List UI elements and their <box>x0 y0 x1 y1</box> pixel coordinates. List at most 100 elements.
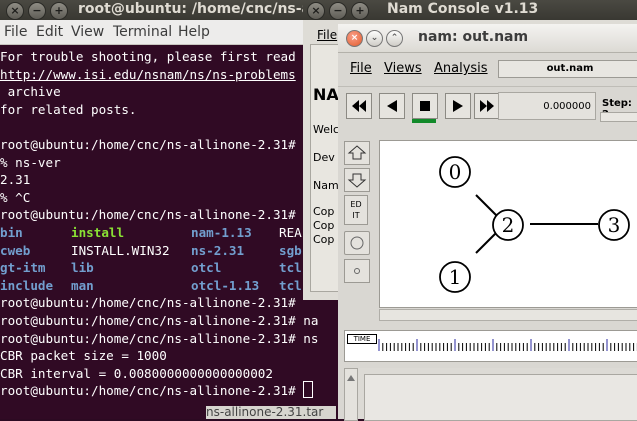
console-label-welcome: Welc <box>313 123 340 136</box>
console-maximize-icon[interactable]: + <box>351 2 369 20</box>
terminal-text: root@ubuntu:/home/cnc/ns-allinone-2.31# … <box>0 313 319 328</box>
rewind-fast-button[interactable] <box>346 93 372 119</box>
menu-terminal[interactable]: Terminal <box>113 24 172 40</box>
node-1-label: 1 <box>449 265 462 289</box>
menu-view[interactable]: View <box>71 24 104 40</box>
close-icon[interactable]: × <box>346 30 363 47</box>
nam-console-titlebar[interactable]: × − + Nam Console v1.13 <box>303 0 637 20</box>
terminal-text: for related posts. <box>0 101 137 117</box>
play-icon <box>453 100 463 112</box>
terminal-line: root@ubuntu:/home/cnc/ns-allinone-2.31# <box>0 135 296 154</box>
monitor-scrollbar[interactable] <box>344 368 358 421</box>
listing-entry: cweb <box>0 242 31 258</box>
terminal-titlebar[interactable]: × − + root@ubuntu: /home/cnc/ns-allin <box>0 0 340 20</box>
step-slider[interactable] <box>600 112 637 122</box>
active-indicator <box>412 119 436 123</box>
node-tool-button[interactable] <box>344 231 370 255</box>
listing-entry: install <box>71 225 125 240</box>
console-close-icon[interactable]: × <box>307 2 325 20</box>
stop-button[interactable] <box>412 93 438 119</box>
node-3-label: 3 <box>608 213 621 237</box>
terminal-line: root@ubuntu:/home/cnc/ns-allinone-2.31# … <box>0 311 318 330</box>
cursor <box>303 381 314 399</box>
terminal-text: CBR packet size = 1000 <box>0 348 167 364</box>
maximize-icon[interactable]: ⌃ <box>386 30 403 47</box>
sim-time-display: 0.000000 <box>498 92 596 120</box>
terminal-text: root@ubuntu:/home/cnc/ns-allinone-2.31# <box>0 383 304 399</box>
scroll-up-icon <box>347 375 355 381</box>
nam-menu-analysis[interactable]: Analysis <box>434 61 488 76</box>
terminal-text: root@ubuntu:/home/cnc/ns-allinone-2.31# … <box>0 330 319 346</box>
maximize-icon[interactable]: + <box>50 2 68 20</box>
terminal-text: CBR interval = 0.0080000000000000002 <box>0 365 273 381</box>
node-2-label: 2 <box>502 213 515 237</box>
terminal-line: root@ubuntu:/home/cnc/ns-allinone-2.31# … <box>0 329 318 348</box>
terminal-text: For trouble shooting, please first read <box>0 49 296 64</box>
zoom-out-button[interactable] <box>344 168 370 192</box>
console-label-copyright-3: Cop <box>313 233 335 246</box>
terminal-text: % ^C <box>0 189 31 205</box>
circle-icon <box>350 236 364 250</box>
console-minimize-icon[interactable]: − <box>329 2 347 20</box>
trace-file-field[interactable]: out.nam <box>498 60 637 78</box>
terminal-line: CBR interval = 0.0080000000000000002 <box>0 364 273 383</box>
terminal-menubar: File Edit View Terminal Help <box>0 20 340 45</box>
menu-file[interactable]: File <box>4 24 27 40</box>
terminal-text: root@ubuntu:/home/cnc/ns-allinone-2.31# <box>0 207 296 223</box>
minimize-icon[interactable]: − <box>28 2 46 20</box>
zoom-in-button[interactable] <box>344 141 370 165</box>
listing-entry: otcl <box>191 260 222 276</box>
terminal-text: root@ubuntu:/home/cnc/ns-allinone-2.31# <box>0 295 296 311</box>
console-label-dev: Dev <box>313 151 335 164</box>
terminal-line: % ns-ver <box>0 153 61 172</box>
nam-title: nam: out.nam <box>418 29 529 45</box>
listing-entry: include <box>0 277 54 293</box>
nam-menu-file[interactable]: File <box>350 61 372 76</box>
network-canvas[interactable]: 0 1 2 3 <box>379 140 637 308</box>
point-tool-button[interactable] <box>344 259 370 283</box>
listing-entry: lib <box>71 260 94 276</box>
fast-forward-button[interactable] <box>474 93 500 119</box>
play-button[interactable] <box>445 93 471 119</box>
terminal-text: % ns-ver <box>0 154 61 170</box>
zoom-out-icon <box>347 173 367 188</box>
menu-help[interactable]: Help <box>178 24 210 40</box>
terminal-line: root@ubuntu:/home/cnc/ns-allinone-2.31# <box>0 381 314 400</box>
terminal-line: CBR packet size = 1000 <box>0 346 167 365</box>
close-icon[interactable]: × <box>6 2 24 20</box>
terminal-text: 2.31 <box>0 172 31 188</box>
dot-icon <box>354 268 360 274</box>
listing-entry: man <box>71 277 94 293</box>
canvas-horizontal-scrollbar[interactable] <box>379 309 637 321</box>
topology-graph: 0 1 2 3 <box>439 156 630 293</box>
timeline[interactable]: TIME <box>344 330 637 362</box>
menu-edit[interactable]: Edit <box>36 24 63 40</box>
listing-entry: sgb <box>279 242 302 258</box>
fast-forward-icon <box>480 100 494 112</box>
minimize-icon[interactable]: ⌄ <box>366 30 383 47</box>
terminal-line: root@ubuntu:/home/cnc/ns-allinone-2.31# <box>0 293 296 312</box>
terminal-title: root@ubuntu: /home/cnc/ns-allin <box>78 1 336 17</box>
edit-button[interactable]: ED IT <box>344 195 368 225</box>
terminal-line: root@ubuntu:/home/cnc/ns-allinone-2.31# <box>0 205 296 224</box>
terminal-output[interactable]: For trouble shooting, please first read h… <box>0 44 340 419</box>
rewind-button[interactable] <box>379 93 405 119</box>
listing-entry: REA <box>279 225 302 240</box>
stop-icon <box>420 101 430 111</box>
terminal-text: root@ubuntu:/home/cnc/ns-allinone-2.31# <box>0 137 296 152</box>
console-label-nam: Nam <box>313 179 339 192</box>
timeline-ticks <box>378 339 637 351</box>
console-menu-file[interactable]: File <box>317 28 337 42</box>
fast-rewind-icon <box>352 100 366 112</box>
background-file-label: ns-allinone-2.31.tar <box>206 406 336 419</box>
node-0-label: 0 <box>449 160 462 184</box>
terminal-text: archive <box>0 84 61 100</box>
console-label-na: NA <box>313 85 339 104</box>
terminal-line: http://www.isi.edu/nsnam/ns/ns-problems <box>0 65 296 84</box>
terminal-line: For trouble shooting, please first read <box>0 47 296 66</box>
nam-titlebar[interactable]: × ⌄ ⌃ nam: out.nam <box>338 24 637 53</box>
nam-menu-views[interactable]: Views <box>384 61 422 76</box>
edit-toolbar: ED IT <box>344 137 372 297</box>
terminal-window: × − + root@ubuntu: /home/cnc/ns-allin Fi… <box>0 0 340 419</box>
nam-window: × ⌄ ⌃ nam: out.nam File Views Analysis o… <box>338 24 637 421</box>
